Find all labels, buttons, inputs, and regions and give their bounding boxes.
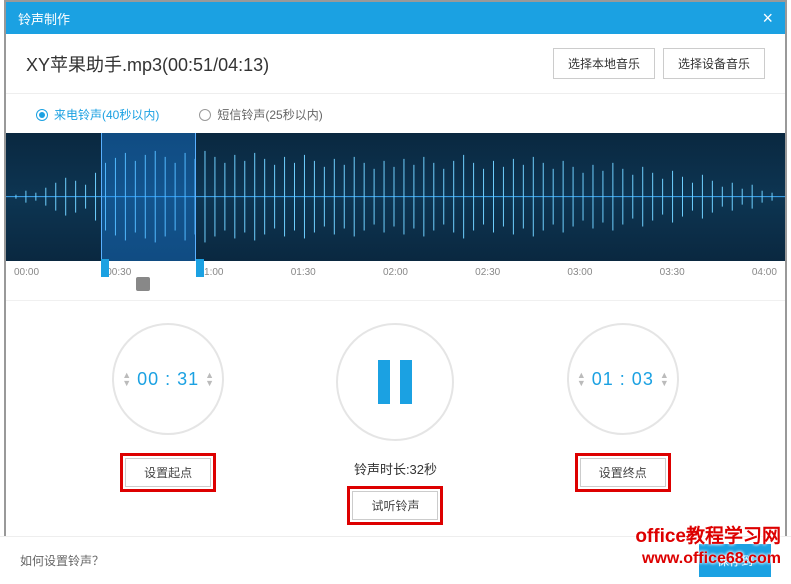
- time-tick: 04:00: [752, 267, 777, 294]
- timeline: 00:00 00:30 01:00 01:30 02:00 02:30 03:0…: [6, 261, 785, 301]
- start-column: ▲▼ 00 : 31 ▲▼ 设置起点: [112, 323, 224, 492]
- controls-row: ▲▼ 00 : 31 ▲▼ 设置起点 铃声时长:32秒 试听铃声 ▲▼ 0: [6, 301, 785, 535]
- time-tick: 00:30: [106, 267, 131, 294]
- watermark: office教程学习网 www.office68.com: [635, 526, 781, 570]
- play-pause-button[interactable]: [336, 323, 454, 441]
- pause-icon: [378, 360, 412, 404]
- highlight-box: 设置终点: [575, 453, 671, 492]
- time-tick: 02:00: [383, 267, 408, 294]
- time-tick: 01:30: [291, 267, 316, 294]
- end-column: ▲▼ 01 : 03 ▲▼ 设置终点: [567, 323, 679, 492]
- window-title: 铃声制作: [18, 9, 70, 28]
- titlebar: 铃声制作 ×: [6, 2, 785, 34]
- set-start-button[interactable]: 设置起点: [125, 458, 211, 487]
- radio-dot-icon: [199, 109, 211, 121]
- playhead-handle[interactable]: [136, 277, 150, 291]
- duration-label: 铃声时长:32秒: [347, 459, 443, 478]
- close-icon[interactable]: ×: [762, 8, 773, 29]
- waveform-selection[interactable]: [101, 133, 196, 261]
- watermark-line1: office教程学习网: [635, 526, 781, 548]
- set-end-button[interactable]: 设置终点: [580, 458, 666, 487]
- choose-device-music-button[interactable]: 选择设备音乐: [663, 48, 765, 79]
- highlight-box: 试听铃声: [347, 486, 443, 525]
- start-time-circle: ▲▼ 00 : 31 ▲▼: [112, 323, 224, 435]
- stepper-arrows-icon[interactable]: ▲▼: [577, 371, 586, 387]
- start-time-value: 00 : 31: [137, 369, 199, 390]
- header: XY苹果助手.mp3(00:51/04:13) 选择本地音乐 选择设备音乐: [6, 34, 785, 94]
- radio-incoming-ringtone[interactable]: 来电铃声(40秒以内): [36, 106, 159, 123]
- center-column: 铃声时长:32秒 试听铃声: [336, 323, 454, 525]
- radio-sms-ringtone[interactable]: 短信铃声(25秒以内): [199, 106, 322, 123]
- waveform-display[interactable]: [6, 133, 785, 261]
- stepper-arrows-icon[interactable]: ▲▼: [122, 371, 131, 387]
- end-time-circle: ▲▼ 01 : 03 ▲▼: [567, 323, 679, 435]
- help-link[interactable]: 如何设置铃声？: [20, 552, 104, 569]
- end-marker[interactable]: [196, 259, 204, 277]
- stepper-arrows-icon[interactable]: ▲▼: [205, 371, 214, 387]
- choose-local-music-button[interactable]: 选择本地音乐: [553, 48, 655, 79]
- ringtone-maker-window: 铃声制作 × XY苹果助手.mp3(00:51/04:13) 选择本地音乐 选择…: [4, 0, 787, 580]
- preview-ringtone-button[interactable]: 试听铃声: [352, 491, 438, 520]
- highlight-box: 设置起点: [120, 453, 216, 492]
- watermark-line2: www.office68.com: [635, 548, 781, 570]
- time-tick: 03:30: [660, 267, 685, 294]
- radio-sms-label: 短信铃声(25秒以内): [217, 106, 322, 123]
- time-tick: 03:00: [567, 267, 592, 294]
- time-tick: 00:00: [14, 267, 39, 294]
- filename-label: XY苹果助手.mp3(00:51/04:13): [26, 51, 269, 77]
- radio-dot-icon: [36, 109, 48, 121]
- ringtone-type-radios: 来电铃声(40秒以内) 短信铃声(25秒以内): [6, 94, 785, 133]
- stepper-arrows-icon[interactable]: ▲▼: [660, 371, 669, 387]
- start-marker[interactable]: [101, 259, 109, 277]
- time-tick: 02:30: [475, 267, 500, 294]
- radio-incoming-label: 来电铃声(40秒以内): [54, 106, 159, 123]
- end-time-value: 01 : 03: [592, 369, 654, 390]
